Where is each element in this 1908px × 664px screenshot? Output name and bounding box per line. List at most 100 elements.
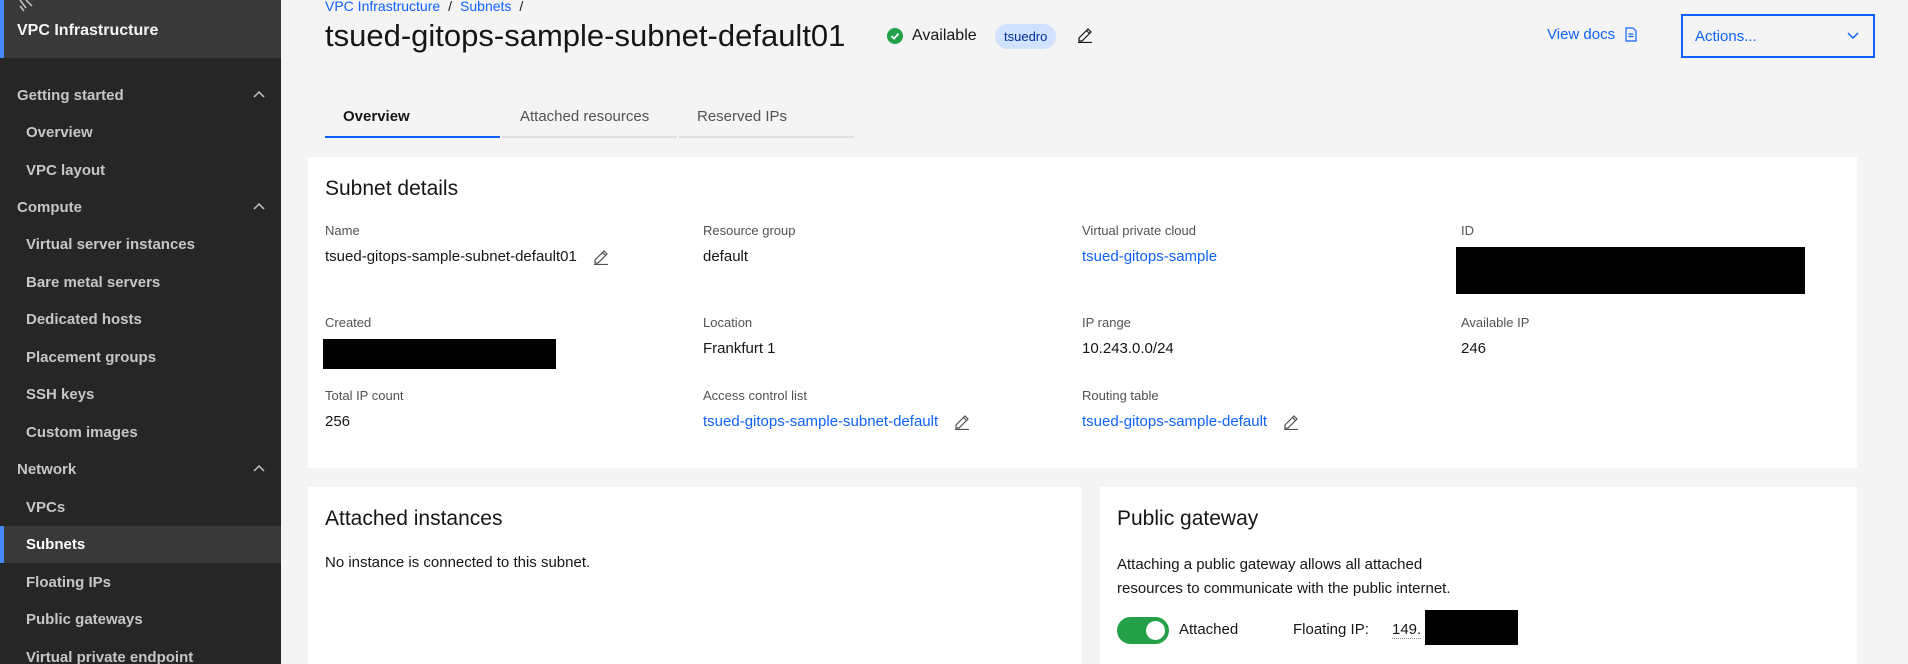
sidebar-item-overview[interactable]: Overview	[0, 114, 281, 151]
gateway-description-line: resources to communicate with the public…	[1117, 580, 1451, 597]
field-label: Access control list	[703, 388, 808, 403]
active-indicator	[0, 526, 4, 563]
floating-ip-value[interactable]: 149.	[1392, 621, 1422, 639]
field-value: 256	[325, 413, 351, 430]
sidebar-section-getting-started[interactable]: Getting started	[0, 77, 281, 114]
sidebar-section-network[interactable]: Network	[0, 451, 281, 488]
sidebar-item-label: VPCs	[26, 499, 66, 516]
empty-state-text: No instance is connected to this subnet.	[325, 554, 591, 571]
sidebar-section-compute[interactable]: Compute	[0, 189, 281, 226]
edit-icon[interactable]	[1077, 27, 1093, 43]
field-location: Location Frankfurt 1	[703, 315, 776, 357]
field-resource-group: Resource group default	[703, 223, 796, 265]
sidebar-header-accent	[0, 0, 4, 58]
sidebar-item-public-gateways[interactable]: Public gateways	[0, 601, 281, 638]
sidebar-item-label: Placement groups	[26, 349, 157, 366]
sidebar-item-floating-ips[interactable]: Floating IPs	[0, 564, 281, 601]
sidebar-item-dedicated-hosts[interactable]: Dedicated hosts	[0, 301, 281, 338]
field-value: 246	[1461, 340, 1487, 357]
edit-icon[interactable]	[1283, 414, 1299, 430]
chevron-up-icon	[253, 90, 265, 98]
field-label: Location	[703, 315, 753, 330]
vpc-link[interactable]: tsued-gitops-sample	[1082, 248, 1217, 265]
chevron-down-icon	[1847, 32, 1859, 40]
sidebar-item-vpcs[interactable]: VPCs	[0, 489, 281, 526]
field-value-wrap: tsued-gitops-sample-default	[1082, 413, 1299, 430]
gateway-description-line: Attaching a public gateway allows all at…	[1117, 556, 1423, 573]
field-value: Frankfurt 1	[703, 340, 776, 357]
sidebar-item-placement-groups[interactable]: Placement groups	[0, 339, 281, 376]
field-access-control-list: Access control list tsued-gitops-sample-…	[703, 388, 970, 430]
tab-attached-resources[interactable]: Attached resources	[502, 98, 677, 138]
toggle-label: Attached	[1179, 621, 1239, 638]
sidebar-item-vpc-layout[interactable]: VPC layout	[0, 152, 281, 189]
sidebar-item-label: Floating IPs	[26, 574, 112, 591]
status-indicator: Available	[887, 27, 977, 45]
user-tag[interactable]: tsuedro	[995, 24, 1057, 49]
sidebar-item-label: VPC layout	[26, 162, 106, 179]
sidebar-item-ssh-keys[interactable]: SSH keys	[0, 376, 281, 413]
sidebar-item-virtual-server-instances[interactable]: Virtual server instances	[0, 226, 281, 263]
sidebar-section-label: Network	[17, 461, 77, 478]
sidebar-item-label: Dedicated hosts	[26, 311, 142, 328]
redacted-floating-ip	[1425, 610, 1518, 645]
field-total-ip-count: Total IP count 256	[325, 388, 404, 430]
field-value-wrap: tsued-gitops-sample-subnet-default	[703, 413, 970, 430]
field-ip-range: IP range 10.243.0.0/24	[1082, 315, 1174, 357]
checkmark-filled-icon	[887, 28, 903, 44]
sidebar-header[interactable]: VPC Infrastructure	[0, 0, 281, 58]
field-label: Routing table	[1082, 388, 1159, 403]
field-value-wrap: tsued-gitops-sample-subnet-default01	[325, 248, 609, 265]
sidebar-item-label: Custom images	[26, 424, 138, 441]
tab-reserved-ips[interactable]: Reserved IPs	[679, 98, 854, 138]
field-label: Virtual private cloud	[1082, 223, 1196, 238]
redacted-created	[323, 339, 556, 369]
field-value: tsued-gitops-sample-subnet-default01	[325, 248, 577, 265]
tab-list: Overview Attached resources Reserved IPs	[325, 98, 854, 138]
field-label: Available IP	[1461, 315, 1530, 330]
tab-label: Reserved IPs	[697, 108, 788, 125]
edit-icon[interactable]	[593, 249, 609, 265]
card-title: Attached instances	[325, 507, 503, 530]
routing-table-link[interactable]: tsued-gitops-sample-default	[1082, 413, 1267, 430]
attached-toggle[interactable]	[1117, 617, 1169, 644]
sidebar-section-label: Compute	[17, 199, 82, 216]
field-label: IP range	[1082, 315, 1131, 330]
field-value: 10.243.0.0/24	[1082, 340, 1174, 357]
subnet-details-card: Subnet details Name tsued-gitops-sample-…	[308, 157, 1857, 468]
field-vpc: Virtual private cloud tsued-gitops-sampl…	[1082, 223, 1217, 265]
sidebar-item-label: Bare metal servers	[26, 274, 161, 291]
tab-label: Overview	[343, 108, 410, 125]
breadcrumb-link-subnets[interactable]: Subnets	[460, 0, 511, 14]
actions-dropdown[interactable]: Actions...	[1681, 14, 1875, 58]
sidebar-item-virtual-private-endpoint[interactable]: Virtual private endpoint	[0, 639, 281, 664]
field-label: ID	[1461, 223, 1474, 238]
tab-overview[interactable]: Overview	[325, 98, 500, 138]
acl-link[interactable]: tsued-gitops-sample-subnet-default	[703, 413, 938, 430]
breadcrumb-link-vpc-infrastructure[interactable]: VPC Infrastructure	[325, 0, 440, 14]
actions-label: Actions...	[1695, 28, 1757, 45]
field-label: Name	[325, 223, 360, 238]
field-label: Total IP count	[325, 388, 404, 403]
sidebar-item-custom-images[interactable]: Custom images	[0, 414, 281, 451]
sidebar-item-subnets[interactable]: Subnets	[0, 526, 281, 563]
breadcrumb-separator: /	[448, 0, 453, 14]
sidebar-title: VPC Infrastructure	[17, 22, 159, 39]
redacted-id	[1456, 247, 1805, 294]
field-routing-table: Routing table tsued-gitops-sample-defaul…	[1082, 388, 1299, 430]
sidebar-item-label: Overview	[26, 124, 93, 141]
gateway-description: Attaching a public gateway allows all at…	[1117, 553, 1451, 601]
breadcrumb-separator: /	[519, 0, 524, 14]
field-created: Created	[325, 315, 371, 330]
vpc-icon	[19, 0, 33, 12]
field-name: Name tsued-gitops-sample-subnet-default0…	[325, 223, 609, 265]
sidebar-item-bare-metal-servers[interactable]: Bare metal servers	[0, 264, 281, 301]
sidebar-item-label: Public gateways	[26, 611, 143, 628]
attached-instances-card: Attached instances No instance is connec…	[308, 487, 1082, 664]
card-title: Subnet details	[325, 177, 459, 200]
status-text: Available	[912, 27, 977, 44]
field-value: default	[703, 248, 749, 265]
field-label: Created	[325, 315, 372, 330]
edit-icon[interactable]	[954, 414, 970, 430]
view-docs-link[interactable]: View docs	[1547, 26, 1637, 43]
